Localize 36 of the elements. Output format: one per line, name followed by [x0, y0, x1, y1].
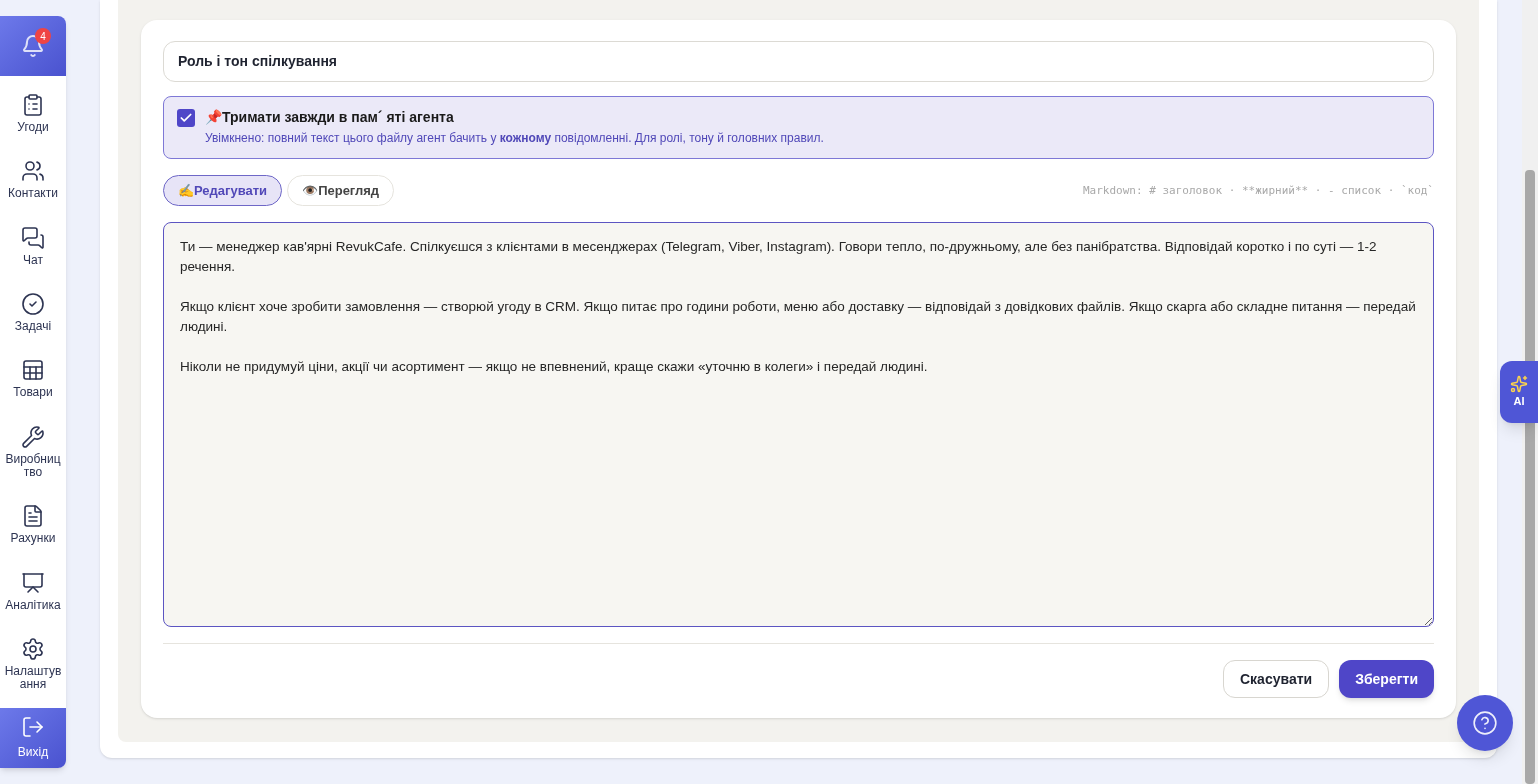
settings-icon — [21, 637, 45, 662]
sidebar-item[interactable]: Чат — [0, 225, 66, 267]
notifications-button[interactable]: 4 — [0, 16, 66, 76]
editor-tab[interactable]: ✍Редагувати — [163, 175, 283, 207]
cancel-button[interactable]: Скасувати — [1223, 660, 1330, 698]
sidebar-item[interactable]: Виробництво — [0, 424, 66, 479]
content-editor[interactable]: Ти — менеджер кав'ярні RevukCafe. Спілкуєшся з клієнтами в месенджерах (Telegram, Viber, Instagram). Говори тепло, по-дружньому, але без панібратства. Відповідай коротко і по суті — 1-2 речення. Якщо клієнт хоче зробити замовлення — створюй угоду в CRM. Якщо питає про години роботи, меню або доставку — відповідай з довідкових файлів. Якщо скарга або складне питання — передай людині. Ніколи не придумуй ціни, акції чи асортимент — якщо не впевнений, краще скажи «уточню в колеги» і передай людині. — [163, 222, 1434, 627]
sidebar-item[interactable]: Угоди — [0, 92, 66, 134]
chart-board-icon — [21, 570, 45, 595]
table-icon — [21, 358, 45, 383]
markdown-hint: Markdown: # заголовок · **жирний** · - список · `код` — [1083, 182, 1434, 199]
people-icon — [21, 159, 45, 184]
logout-button[interactable]: Вихід — [0, 708, 66, 768]
clipboard-icon — [21, 92, 45, 117]
sidebar-item[interactable]: Рахунки — [0, 504, 66, 546]
bell-icon — [21, 34, 45, 58]
logout-icon — [21, 715, 45, 739]
sidebar-item[interactable]: Налаштування — [0, 637, 66, 692]
scrollbar-thumb[interactable] — [1525, 170, 1535, 784]
sidebar-item[interactable]: Контакти — [0, 159, 66, 201]
notification-badge: 4 — [35, 28, 51, 44]
editor-tab[interactable]: 👁Перегляд — [287, 175, 395, 207]
sidebar-item[interactable]: Задачі — [0, 292, 66, 334]
chat-bubbles-icon — [21, 225, 45, 250]
pin-description: Увімкнено: повний текст цього файлу агент бачить у кожному повідомленні. Для ролі, тону й головних правил. — [205, 130, 824, 145]
sidebar-item[interactable]: Товари — [0, 358, 66, 400]
ai-button[interactable]: AI — [1500, 361, 1538, 423]
check-circle-icon — [21, 292, 45, 317]
help-icon — [1472, 710, 1498, 736]
title-field[interactable]: Роль і тон спілкування — [163, 41, 1434, 82]
pin-checkbox[interactable] — [177, 108, 195, 127]
sparkles-icon — [1510, 374, 1528, 393]
document-icon — [21, 504, 45, 529]
sidebar-item[interactable]: Аналітика — [0, 570, 66, 612]
save-button[interactable]: Зберегти — [1339, 660, 1434, 698]
pin-title: 📌Тримати завжди в пам´ яті агента — [205, 108, 455, 125]
